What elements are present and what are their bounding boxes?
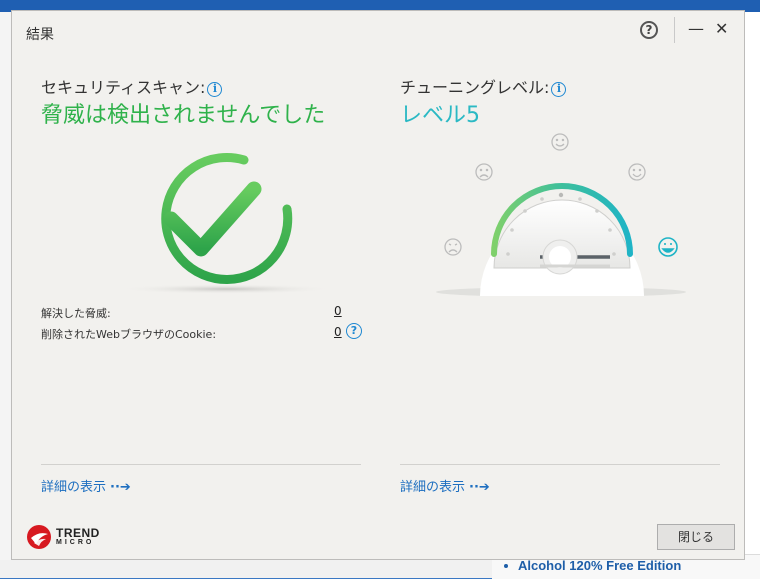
tuning-level-text: レベル5 — [400, 103, 480, 128]
face-angry-icon — [444, 238, 462, 256]
info-icon[interactable]: i — [207, 82, 223, 97]
left-divider — [41, 464, 361, 465]
info-icon[interactable]: i — [551, 82, 567, 97]
trend-micro-logo-icon — [27, 525, 51, 549]
arrow-right-icon: ··➔ — [469, 480, 490, 495]
minimize-button[interactable]: — — [688, 19, 704, 38]
tuning-details-link[interactable]: 詳細の表示 ··➔ — [400, 476, 490, 495]
face-sad-icon — [475, 163, 493, 181]
resolved-threats-value[interactable]: 0 — [334, 304, 342, 318]
trend-micro-logo: TREND MICRO — [26, 524, 99, 554]
window-title: 結果 — [26, 27, 54, 43]
tuning-level-label: チューニングレベル: i — [400, 74, 567, 98]
deleted-cookies-value[interactable]: 0 — [334, 325, 342, 339]
question-icon[interactable]: ? — [346, 323, 362, 339]
title-separator — [674, 17, 675, 43]
bullet-icon — [504, 564, 508, 568]
check-circle-icon — [118, 153, 334, 294]
close-icon[interactable]: ✕ — [715, 19, 728, 38]
background-right-window — [745, 12, 760, 578]
tuning-gauge — [436, 133, 686, 296]
deleted-cookies-label: 削除されたWebブラウザのCookie: — [41, 328, 217, 341]
right-divider — [400, 464, 720, 465]
security-scan-label: セキュリティスキャン: i — [41, 74, 223, 98]
help-icon[interactable]: ? — [640, 21, 658, 39]
resolved-threats-label: 解決した脅威: — [41, 307, 111, 320]
security-details-link[interactable]: 詳細の表示 ··➔ — [41, 476, 131, 495]
arrow-right-icon: ··➔ — [110, 480, 131, 495]
results-dialog: 結果 ? — ✕ セキュリティスキャン: i 脅威は検出されませんでした 解決した… — [11, 10, 745, 560]
scan-result-text: 脅威は検出されませんでした — [41, 103, 326, 128]
face-grin-icon — [658, 237, 678, 257]
close-dialog-button[interactable]: 閉じる — [657, 524, 735, 550]
face-smile-icon — [551, 133, 569, 151]
face-happy-icon — [628, 163, 646, 181]
